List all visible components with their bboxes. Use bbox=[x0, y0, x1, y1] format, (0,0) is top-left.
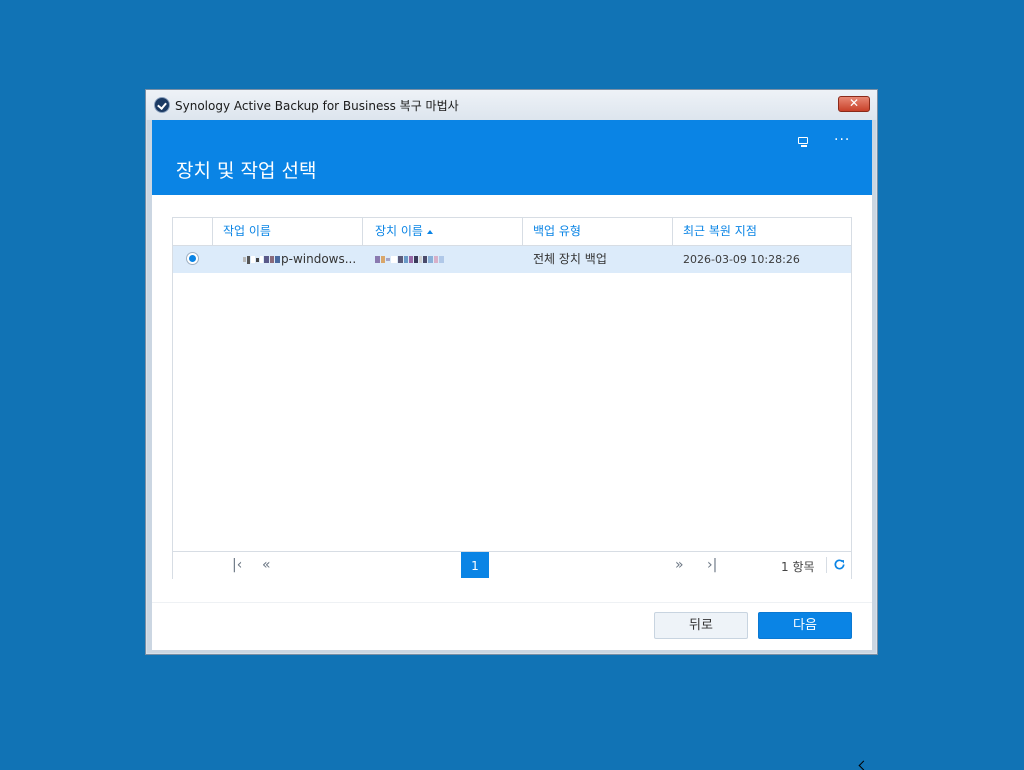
column-divider[interactable] bbox=[522, 218, 523, 245]
item-count: 1 항목 bbox=[781, 560, 815, 574]
title-bar[interactable]: Synology Active Backup for Business 복구 마… bbox=[146, 90, 877, 120]
synology-check-icon bbox=[155, 98, 169, 112]
previous-page-icon[interactable]: « bbox=[262, 557, 271, 573]
row-select-radio[interactable] bbox=[186, 252, 199, 265]
wizard-header: ··· 장치 및 작업 선택 bbox=[152, 120, 872, 195]
refresh-icon[interactable] bbox=[833, 558, 846, 571]
last-restore-point-cell: 2026-03-09 10:28:26 bbox=[683, 253, 800, 266]
back-button[interactable]: 뒤로 bbox=[654, 612, 748, 639]
backup-type-cell: 전체 장치 백업 bbox=[533, 252, 607, 266]
task-name-cell: p-windows... bbox=[243, 246, 355, 273]
window-title: Synology Active Backup for Business 복구 마… bbox=[175, 98, 459, 113]
current-page-button[interactable]: 1 bbox=[461, 552, 489, 578]
table-row[interactable]: p-windows... 전체 장치 백업 2026-03-09 10:28:2… bbox=[173, 246, 851, 273]
mouse-cursor-icon bbox=[858, 760, 869, 770]
column-header-device-name-label: 장치 이름 bbox=[375, 224, 423, 238]
wizard-content: ··· 장치 및 작업 선택 작업 이름 장치 이름 백업 유형 최근 복원 지… bbox=[152, 120, 872, 650]
table-header: 작업 이름 장치 이름 백업 유형 최근 복원 지점 bbox=[173, 218, 851, 246]
first-page-icon[interactable]: |‹ bbox=[232, 557, 242, 573]
column-divider bbox=[212, 218, 213, 245]
more-icon[interactable]: ··· bbox=[834, 132, 850, 148]
page-title: 장치 및 작업 선택 bbox=[176, 160, 317, 182]
restore-wizard-window: Synology Active Backup for Business 복구 마… bbox=[145, 89, 878, 655]
column-divider[interactable] bbox=[672, 218, 673, 245]
column-header-backup-type[interactable]: 백업 유형 bbox=[533, 218, 581, 245]
monitor-icon[interactable] bbox=[798, 137, 810, 147]
pagination-bar: |‹ « 1 » ›| 1 항목 bbox=[173, 551, 851, 579]
pager-divider bbox=[826, 557, 827, 573]
next-page-icon[interactable]: » bbox=[675, 557, 684, 573]
column-divider[interactable] bbox=[362, 218, 363, 245]
device-name-cell bbox=[375, 246, 515, 273]
column-header-task-name[interactable]: 작업 이름 bbox=[223, 218, 271, 245]
last-page-icon[interactable]: ›| bbox=[707, 557, 717, 573]
task-table: 작업 이름 장치 이름 백업 유형 최근 복원 지점 p-windows... bbox=[172, 217, 852, 579]
sort-ascending-icon bbox=[426, 229, 433, 234]
task-name-text: p-windows... bbox=[281, 252, 355, 266]
body-strip bbox=[152, 195, 872, 207]
column-header-last-restore-point[interactable]: 최근 복원 지점 bbox=[683, 218, 757, 245]
close-button[interactable]: ✕ bbox=[838, 96, 870, 112]
next-button[interactable]: 다음 bbox=[758, 612, 852, 639]
footer-divider bbox=[152, 602, 872, 603]
column-header-device-name[interactable]: 장치 이름 bbox=[375, 218, 433, 245]
